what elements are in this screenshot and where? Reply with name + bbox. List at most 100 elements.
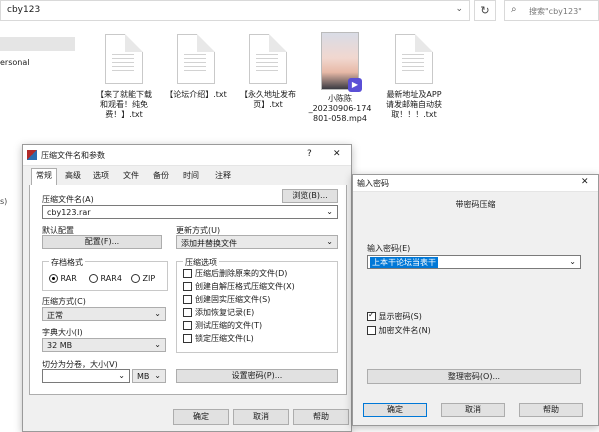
archive-name-label: 压缩文件名(A): [42, 195, 94, 204]
chevron-down-icon[interactable]: ⌄: [569, 257, 576, 266]
method-value: 正常: [47, 311, 63, 320]
ok-button[interactable]: 确定: [363, 403, 427, 417]
file-name-line: 【来了就能下载: [96, 90, 152, 99]
password-value: 上本干论坛当表干: [370, 257, 438, 268]
winrar-icon: [27, 150, 37, 160]
close-icon[interactable]: ✕: [333, 149, 341, 159]
file-item[interactable]: 【永久地址发布 页】.txt: [228, 34, 308, 110]
organize-passwords-button[interactable]: 整理密码(O)...: [367, 369, 581, 384]
encrypt-names-label: 加密文件名(N): [378, 326, 431, 335]
tab-comment[interactable]: 注释: [211, 169, 235, 183]
format-rar4-label: RAR4: [100, 274, 122, 283]
option-label: 锁定压缩文件(L): [195, 334, 254, 343]
checkbox[interactable]: [183, 269, 192, 278]
chevron-down-icon[interactable]: ⌄: [154, 340, 161, 349]
search-box[interactable]: ⌕ 搜索"cby123": [504, 0, 599, 21]
password-dialog: 输入密码 ✕ 带密码压缩 输入密码(E) 上本干论坛当表干 ⌄ 显示密码(S) …: [352, 174, 599, 426]
option-sfx[interactable]: 创建自解压格式压缩文件(X): [183, 281, 295, 292]
address-path: cby123: [7, 5, 41, 15]
dict-value: 32 MB: [47, 341, 73, 350]
tab-general[interactable]: 常规: [31, 168, 57, 185]
file-name-line: 最新地址及APP: [386, 90, 442, 99]
file-item[interactable]: 【来了就能下载 和观看！纯免 费！】.txt: [84, 34, 164, 120]
file-name-line: 【论坛介绍】.txt: [165, 90, 227, 99]
password-heading: 带密码压缩: [455, 200, 496, 209]
option-solid[interactable]: 创建固实压缩文件(S): [183, 294, 270, 305]
file-item[interactable]: ▶ 小陈陈 _20230906-174 801-058.mp4: [300, 32, 380, 124]
format-rar[interactable]: RAR: [49, 274, 77, 283]
general-tab-panel: 压缩文件名(A) 浏览(B)... cby123.rar ⌄ 默认配置 配置(F…: [29, 185, 347, 395]
dict-select[interactable]: 32 MB ⌄: [42, 338, 166, 352]
option-label: 创建自解压格式压缩文件(X): [195, 282, 295, 291]
cancel-button[interactable]: 取消: [233, 409, 289, 425]
checkbox[interactable]: [183, 321, 192, 330]
file-name-line: 页】.txt: [253, 100, 283, 109]
browse-button[interactable]: 浏览(B)...: [282, 189, 338, 203]
split-unit-value: MB: [137, 372, 150, 381]
options-group-label: 压缩选项: [183, 257, 219, 268]
close-icon[interactable]: ✕: [581, 177, 589, 187]
checkbox[interactable]: [183, 308, 192, 317]
options-group: 压缩选项 压缩后删除原来的文件(D) 创建自解压格式压缩文件(X) 创建固实压缩…: [176, 257, 338, 353]
address-bar[interactable]: cby123 ⌄: [0, 0, 470, 21]
chevron-down-icon[interactable]: ⌄: [154, 371, 161, 380]
format-group-label: 存档格式: [49, 257, 85, 268]
split-unit-select[interactable]: MB ⌄: [132, 369, 166, 383]
chevron-down-icon[interactable]: ⌄: [326, 237, 333, 246]
password-field[interactable]: 上本干论坛当表干 ⌄: [367, 255, 581, 269]
nav-selected-item[interactable]: [0, 37, 75, 51]
file-name-line: 请发邮箱自动获: [386, 100, 442, 109]
help-button[interactable]: 帮助: [519, 403, 583, 417]
chevron-down-icon[interactable]: ⌄: [118, 371, 125, 380]
format-zip[interactable]: ZIP: [131, 274, 155, 283]
tab-files[interactable]: 文件: [119, 169, 143, 183]
file-item[interactable]: 【论坛介绍】.txt: [156, 34, 236, 100]
ok-button[interactable]: 确定: [173, 409, 229, 425]
checkbox[interactable]: [183, 282, 192, 291]
chevron-down-icon[interactable]: ⌄: [455, 4, 463, 14]
split-size-field[interactable]: ⌄: [42, 369, 130, 383]
nav-item-fragment[interactable]: s): [0, 197, 7, 206]
checkbox[interactable]: [183, 334, 192, 343]
option-label: 测试压缩的文件(T): [195, 321, 263, 330]
password-dialog-title: 输入密码: [357, 179, 389, 188]
file-name-line: 取！！！.txt: [391, 110, 437, 119]
text-file-icon: [395, 34, 433, 84]
option-test[interactable]: 测试压缩的文件(T): [183, 320, 262, 331]
chevron-down-icon[interactable]: ⌄: [326, 207, 333, 216]
radio-button[interactable]: [89, 274, 98, 283]
refresh-icon[interactable]: ↻: [474, 0, 496, 21]
tab-options[interactable]: 选项: [89, 169, 113, 183]
nav-item-personal[interactable]: ersonal: [0, 58, 29, 67]
option-delete-after[interactable]: 压缩后删除原来的文件(D): [183, 268, 287, 279]
file-item[interactable]: 最新地址及APP 请发邮箱自动获 取！！！.txt: [374, 34, 454, 120]
tab-advanced[interactable]: 高级: [61, 169, 85, 183]
help-icon[interactable]: ?: [307, 149, 312, 159]
update-mode-value: 添加并替换文件: [181, 239, 237, 248]
archive-name-field[interactable]: cby123.rar ⌄: [42, 205, 338, 219]
chevron-down-icon[interactable]: ⌄: [154, 309, 161, 318]
checkbox[interactable]: [183, 295, 192, 304]
archive-dialog-titlebar[interactable]: 压缩文件名和参数 ? ✕: [23, 145, 351, 166]
set-password-button[interactable]: 设置密码(P)...: [176, 369, 338, 383]
cancel-button[interactable]: 取消: [441, 403, 505, 417]
tab-backup[interactable]: 备份: [149, 169, 173, 183]
password-dialog-titlebar[interactable]: 输入密码 ✕: [353, 175, 598, 192]
checkbox[interactable]: [367, 326, 376, 335]
show-password-option[interactable]: 显示密码(S): [367, 310, 422, 322]
option-label: 压缩后删除原来的文件(D): [195, 269, 288, 278]
password-label: 输入密码(E): [367, 244, 411, 253]
radio-button[interactable]: [131, 274, 140, 283]
update-mode-select[interactable]: 添加并替换文件 ⌄: [176, 235, 338, 249]
profile-button[interactable]: 配置(F)...: [42, 235, 162, 249]
video-app-icon: ▶: [348, 78, 362, 92]
help-button[interactable]: 帮助: [293, 409, 349, 425]
checkbox[interactable]: [367, 310, 376, 321]
format-rar4[interactable]: RAR4: [89, 274, 122, 283]
option-recovery-record[interactable]: 添加恢复记录(E): [183, 307, 254, 318]
method-select[interactable]: 正常 ⌄: [42, 307, 166, 321]
tab-time[interactable]: 时间: [179, 169, 203, 183]
radio-button[interactable]: [49, 274, 58, 283]
option-lock[interactable]: 锁定压缩文件(L): [183, 333, 254, 344]
encrypt-names-option[interactable]: 加密文件名(N): [367, 325, 431, 336]
